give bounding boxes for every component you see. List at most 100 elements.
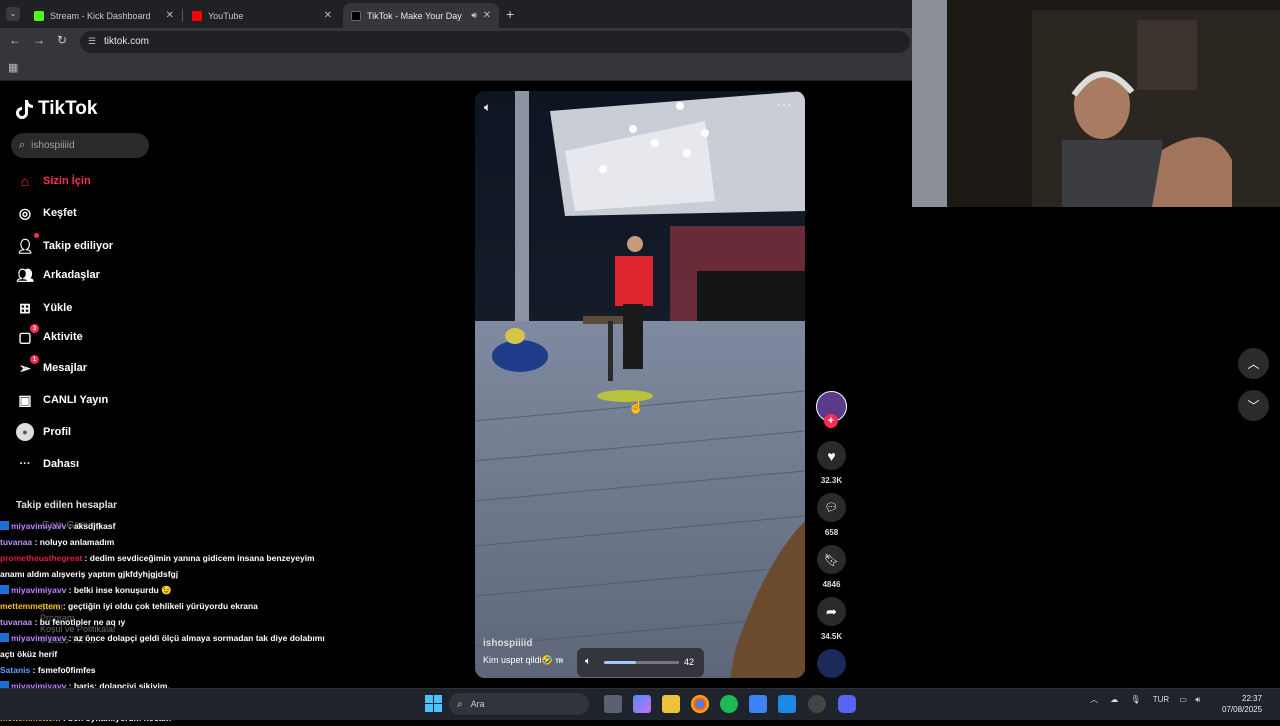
volume-value: 42 [684,657,695,667]
chat-username[interactable]: Satanis [0,665,30,675]
chat-username[interactable]: tuvanaa [0,537,32,547]
sidebar-item-more[interactable]: ··· Dahası [16,455,80,473]
chat-message: Satanis : fsmefo0fimfes [0,662,340,678]
comment-button[interactable]: 💬︎ [817,493,846,522]
chat-separator: : [66,633,74,643]
chat-text: anamı aldım alışveriş yaptım gjkfdyhjgjd… [0,569,179,579]
chat-text: fsmefo0fimfes [37,665,96,675]
messages-icon: ➢ 1 [16,355,39,377]
url-text: tiktok.com [104,36,150,47]
save-button[interactable]: 🔖︎ [817,545,846,574]
like-button[interactable]: ♥ [817,441,846,470]
store-icon[interactable] [749,695,767,713]
site-info-icon[interactable]: ☰ [88,36,96,47]
chat-message: açtı öküz herif [0,646,340,662]
sidebar-item-following[interactable]: 👤︎ Takip ediliyor [16,233,113,255]
microphone-icon[interactable]: 🎙︎ [1130,695,1140,704]
chat-text: açtı öküz herif [0,649,58,659]
more-icon: ··· [19,458,31,470]
spotify-icon[interactable] [720,695,738,713]
share-count: 34.5K [820,632,843,641]
tiktok-logo[interactable]: TikTok [16,98,97,120]
chat-username[interactable]: tuvanaa [0,617,32,627]
previous-video-button[interactable]: ︿ [1238,348,1269,379]
chat-text: bu fenotipler ne aq ıy [39,617,126,627]
chat-message: miyavimiyavv : belki inse konuşurdu 😉 [0,582,340,598]
chat-text: noluyo anlamadım [39,537,115,547]
back-icon[interactable]: ← [9,33,21,47]
share-icon: ➦ [826,603,837,619]
reload-icon[interactable]: ↻ [57,33,67,47]
tab-tiktok[interactable]: TikTok - Make Your Day 🔊︎ ✕ [343,3,499,28]
chrome-icon[interactable] [691,695,709,713]
chevron-up-icon[interactable]: ︿ [1090,695,1098,704]
close-icon[interactable]: ✕ [166,10,174,21]
discord-icon[interactable] [838,695,856,713]
share-button[interactable]: ➦ [817,597,846,626]
app-icon[interactable] [778,695,796,713]
taskbar-clock[interactable]: 22:37 07/08/2025 [1222,693,1262,715]
chat-text: az önce dolapçi geldi ölçü almaya sormad… [73,633,325,643]
chat-username[interactable]: miyavimiyavv [11,521,66,531]
sidebar-item-profile[interactable]: ● Profil [16,423,71,441]
forward-icon[interactable]: → [33,33,45,47]
more-options-icon[interactable]: ··· [776,96,793,112]
taskbar-search[interactable]: ⌕ Ara [449,693,589,715]
file-explorer-icon[interactable] [662,695,680,713]
language-indicator[interactable]: TUR [1153,695,1169,704]
cloud-icon[interactable]: ☁ [1110,695,1118,704]
activity-icon: ▢ 3 [16,324,39,346]
heart-icon: ♥ [827,447,836,464]
follow-plus-button[interactable]: + [824,414,838,428]
network-icon[interactable]: ▭ [1179,695,1187,704]
chat-separator: : [82,553,90,563]
live-icon: ▣ [18,391,32,408]
obs-icon[interactable] [808,695,826,713]
video-player[interactable]: 🔈︎ ··· ☝ [475,91,805,678]
chat-username[interactable]: prometheusthegreat [0,553,82,563]
close-icon[interactable]: ✕ [324,10,332,21]
sidebar-item-friends[interactable]: 👥︎ Arkadaşlar [16,266,100,284]
chat-message: miyavimiyavv : az önce dolapçi geldi ölç… [0,630,340,646]
tab-kick[interactable]: Stream - Kick Dashboard ✕ [26,3,183,28]
chat-separator: : [32,617,40,627]
task-view-icon[interactable] [604,695,622,713]
notification-badge: 3 [30,324,39,333]
sidebar-item-live[interactable]: ▣ CANLI Yayın [16,391,108,409]
sidebar-item-activity[interactable]: ▢ 3 Aktivite [16,324,83,346]
sidebar-item-upload[interactable]: ⊞ Yükle [16,299,72,317]
copilot-icon[interactable] [633,695,651,713]
chat-text: aksdjfkasf [73,521,116,531]
video-username[interactable]: ishospiiiid [483,638,532,649]
sidebar-item-compass[interactable]: ◎ Keşfet [16,204,77,222]
chat-username[interactable]: mettemmettem [0,601,60,611]
next-video-button[interactable]: ﹀ [1238,390,1269,421]
new-tab-button[interactable]: + [506,6,514,22]
volume-icon[interactable]: 🔈︎ [585,656,591,667]
tab-search-icon[interactable]: ⌄ [6,7,20,21]
volume-icon[interactable]: 🔊︎ [1195,695,1200,704]
mute-icon[interactable]: 🔈︎ [484,100,491,115]
windows-start-icon[interactable] [425,695,442,712]
video-frame [475,91,805,678]
home-icon: ⌂ [20,173,30,189]
address-bar[interactable]: ☰ tiktok.com [80,31,910,53]
youtube-icon [192,10,202,21]
chat-message: mettemmettem : geçtiğin iyi oldu çok teh… [0,598,340,614]
sidebar-item-messages[interactable]: ➢ 1 Mesajlar [16,355,87,377]
chat-separator: : [66,521,74,531]
music-disc[interactable] [817,649,846,678]
chat-username[interactable]: miyavimiyavv [11,633,66,643]
kick-badge-icon [0,633,9,642]
sidebar-item-home[interactable]: ⌂ Sizin İçin [16,172,91,190]
following-accounts-heading: Takip edilen hesaplar [16,500,117,511]
compass-icon: ◎ [18,204,32,221]
search-input[interactable]: ⌕ ishospiiiid [11,133,149,158]
apps-grid-icon[interactable]: ▦ [8,61,18,74]
notification-badge: 1 [30,355,39,364]
tab-youtube[interactable]: YouTube ✕ [184,3,340,28]
profile-icon: ● [16,423,34,441]
chat-username[interactable]: miyavimiyavv [11,585,66,595]
speaker-icon[interactable]: 🔊︎ [471,10,477,21]
close-icon[interactable]: ✕ [483,10,491,21]
